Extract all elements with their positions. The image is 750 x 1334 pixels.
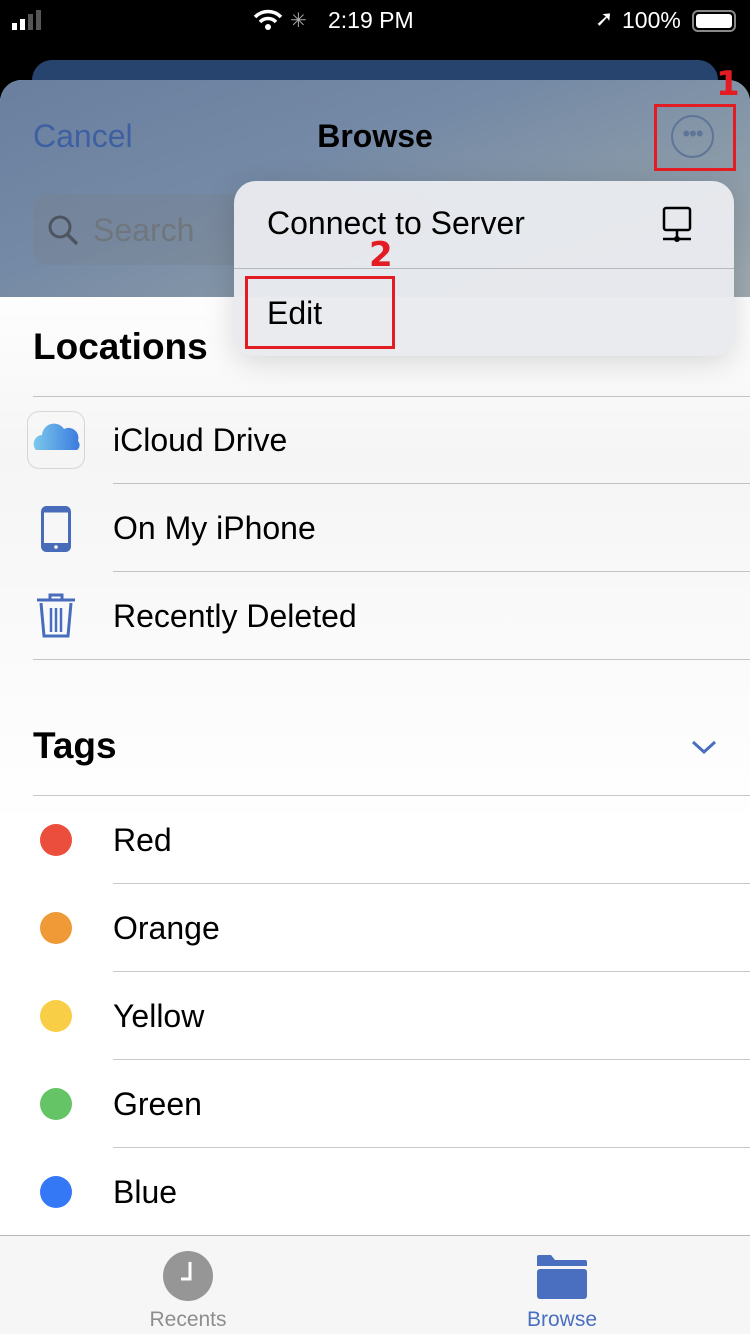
tag-label: Blue (113, 1174, 178, 1210)
battery-icon (692, 10, 736, 32)
iphone-icon (41, 506, 71, 552)
tag-label: Yellow (113, 998, 205, 1034)
tags-heading: Tags (33, 725, 117, 766)
annotation-label-2: 2 (369, 235, 393, 275)
tab-recents[interactable]: Recents (88, 1236, 288, 1334)
tag-item-red[interactable]: Red (0, 796, 750, 884)
menu-item-label: Connect to Server (267, 205, 525, 241)
status-bar: ✳ 2:19 PM ➚ 100% (0, 0, 750, 60)
tab-label: Browse (526, 1308, 598, 1331)
folder-icon (537, 1255, 587, 1299)
wifi-icon (253, 9, 283, 30)
annotation-box-1 (654, 104, 736, 171)
location-label: On My iPhone (113, 510, 316, 546)
tag-color-dot-icon (40, 1088, 72, 1120)
tag-item-blue[interactable]: Blue (0, 1148, 750, 1236)
tag-label: Green (113, 1086, 202, 1122)
tag-color-dot-icon (40, 1176, 72, 1208)
tag-label: Orange (113, 910, 220, 946)
activity-spinner-icon: ✳ (290, 10, 307, 32)
status-time: 2:19 PM (328, 7, 414, 33)
tab-browse[interactable]: Browse (462, 1236, 662, 1334)
search-icon (48, 215, 79, 246)
location-icon: ➚ (595, 6, 614, 31)
tag-color-dot-icon (40, 912, 72, 944)
tag-item-orange[interactable]: Orange (0, 884, 750, 972)
server-icon (662, 206, 692, 242)
trash-icon (37, 593, 75, 638)
location-label: Recently Deleted (113, 598, 357, 634)
page-title: Browse (317, 118, 433, 154)
search-placeholder: Search (93, 212, 195, 248)
icloud-icon (27, 411, 85, 469)
menu-item-connect-to-server[interactable]: Connect to Server (234, 181, 734, 268)
location-item-recently-deleted[interactable]: Recently Deleted (0, 572, 750, 660)
tab-bar: Recents Browse (0, 1235, 750, 1334)
tab-label: Recents (149, 1308, 227, 1331)
tag-color-dot-icon (40, 1000, 72, 1032)
battery-percent: 100% (622, 7, 681, 33)
location-item-icloud-drive[interactable]: iCloud Drive (0, 396, 750, 484)
annotation-box-2 (245, 276, 395, 349)
tag-item-green[interactable]: Green (0, 1060, 750, 1148)
tag-item-yellow[interactable]: Yellow (0, 972, 750, 1060)
tag-color-dot-icon (40, 824, 72, 856)
annotation-label-1: 1 (716, 64, 740, 104)
clock-icon (163, 1251, 213, 1301)
location-label: iCloud Drive (113, 422, 288, 458)
chevron-down-icon[interactable] (690, 738, 718, 756)
tag-label: Red (113, 822, 172, 858)
location-item-on-my-iphone[interactable]: On My iPhone (0, 484, 750, 572)
locations-heading: Locations (33, 326, 208, 367)
signal-icon (12, 10, 41, 30)
